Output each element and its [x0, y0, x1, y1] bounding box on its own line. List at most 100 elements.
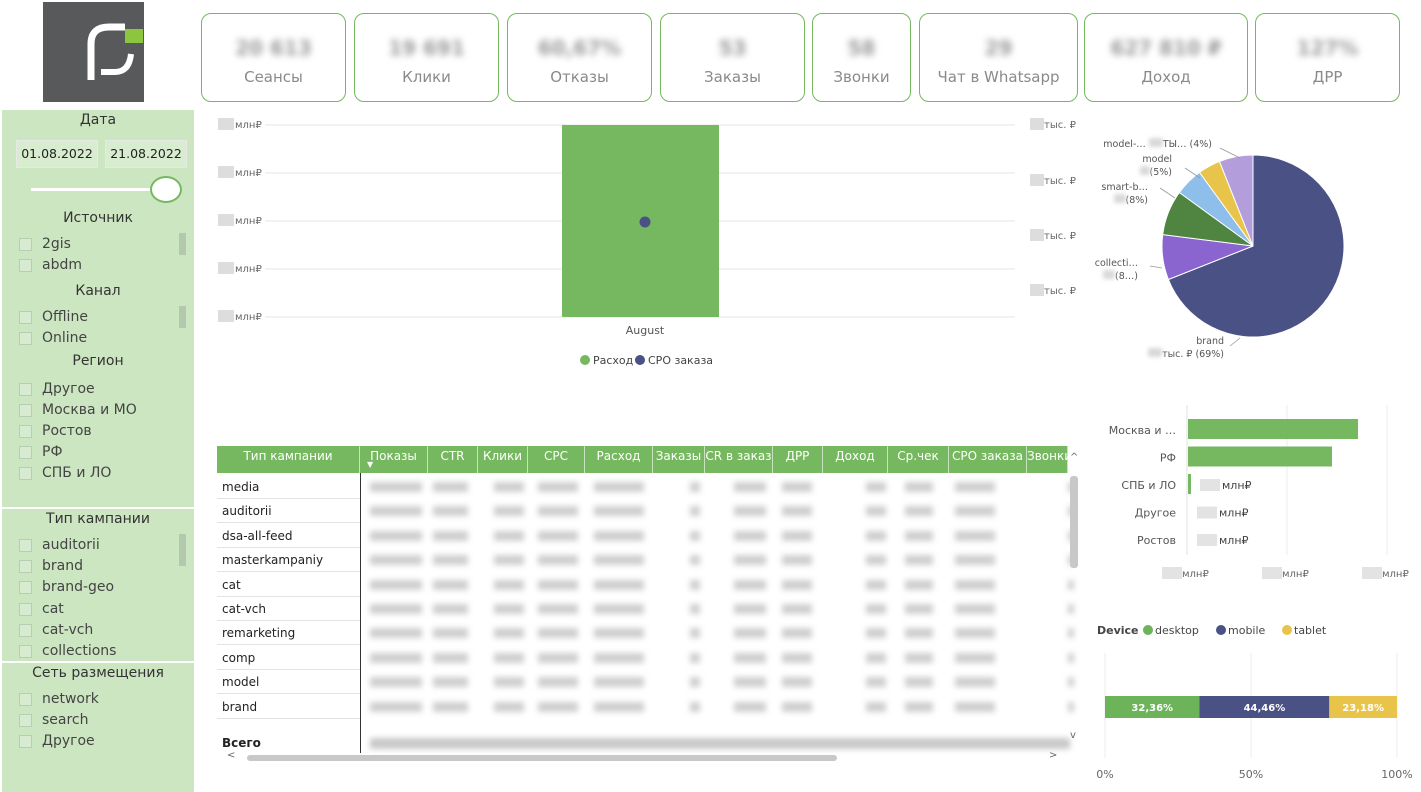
campaign-type-option[interactable]: brand	[19, 556, 83, 576]
region-option[interactable]: Другое	[19, 379, 95, 399]
network-option[interactable]: Другое	[19, 731, 95, 751]
pie-label-model: model (5%)	[1130, 154, 1172, 179]
axis-tick-label: 50%	[1239, 768, 1263, 781]
date-from-input[interactable]: 01.08.2022	[16, 140, 98, 168]
campaign-type-option[interactable]: brand-geo	[19, 577, 114, 597]
checkbox[interactable]	[19, 445, 32, 459]
region-category-label: РФ	[1160, 452, 1176, 465]
campaign-type-option[interactable]: cat	[19, 599, 64, 619]
table-vertical-scrollbar[interactable]: ^ v	[1068, 446, 1080, 752]
table-row-label[interactable]: cat-vch	[222, 602, 266, 616]
kpi-label: Чат в Whatsapp	[937, 68, 1060, 86]
axis-tick-unit: млн₽	[1182, 569, 1209, 580]
checkbox[interactable]	[19, 237, 32, 251]
checkbox[interactable]	[19, 602, 32, 616]
scroll-right-icon[interactable]: >	[1049, 750, 1057, 761]
checkbox[interactable]	[19, 692, 32, 706]
table-cell	[905, 652, 933, 663]
table-row-label[interactable]: model	[222, 675, 259, 689]
table-horizontal-scrollbar[interactable]: < >	[217, 750, 1068, 764]
table-row-label[interactable]: comp	[222, 651, 255, 665]
cpo-point[interactable]	[639, 216, 651, 228]
table-cell	[538, 530, 578, 541]
checkbox[interactable]	[19, 734, 32, 748]
right-tick-unit: тыс. ₽	[1044, 176, 1077, 187]
checkbox[interactable]	[19, 623, 32, 637]
campaign-type-option[interactable]: cat-vch	[19, 620, 93, 640]
campaign-type-option[interactable]: collections	[19, 641, 116, 661]
checkbox[interactable]	[19, 424, 32, 438]
campaign-type-option[interactable]: auditorii	[19, 535, 100, 555]
checkbox[interactable]	[19, 258, 32, 272]
scroll-left-icon[interactable]: <	[227, 750, 235, 761]
table-column-header[interactable]: CTR	[428, 446, 478, 473]
region-bar[interactable]	[1188, 474, 1191, 494]
channel-option[interactable]: Offline	[19, 307, 88, 327]
table-column-header[interactable]: Ср.чек	[888, 446, 949, 473]
table-column-header[interactable]: CPC	[528, 446, 585, 473]
table-cell	[955, 530, 995, 541]
source-scrollbar[interactable]	[179, 233, 186, 255]
checkbox[interactable]	[19, 559, 32, 573]
table-column-header[interactable]: Клики	[478, 446, 528, 473]
scroll-down-icon[interactable]: v	[1070, 730, 1076, 741]
region-option[interactable]: Москва и МО	[19, 400, 137, 420]
date-slider-handle[interactable]	[150, 176, 182, 203]
legend-cpo-label: CPO заказа	[648, 354, 713, 367]
table-column-header[interactable]: Доход	[823, 446, 888, 473]
campaign-type-scrollbar[interactable]	[179, 534, 186, 566]
table-cell	[955, 628, 995, 639]
table-row-label[interactable]: media	[222, 480, 259, 494]
source-option[interactable]: 2gis	[19, 234, 71, 254]
source-option[interactable]: abdm	[19, 255, 82, 275]
sort-desc-icon[interactable]: ▼	[367, 460, 373, 469]
table-row-label[interactable]: auditorii	[222, 504, 272, 518]
region-option[interactable]: СПБ и ЛО	[19, 463, 111, 483]
region-bar[interactable]	[1188, 419, 1358, 439]
table-column-header[interactable]: Звонки	[1027, 446, 1072, 473]
table-header: Тип кампании Показы CTR Клики CPC Расход Заказ…	[217, 446, 1072, 473]
kpi-card: 58 Звонки	[812, 13, 911, 102]
table-row-label[interactable]: masterkampaniy	[222, 553, 323, 567]
channel-filter-title: Канал	[75, 283, 121, 299]
kpi-label: Сеансы	[244, 68, 303, 86]
source-filter: Источник 2gis abdm	[2, 208, 194, 281]
scroll-thumb[interactable]	[247, 755, 837, 761]
network-option[interactable]: network	[19, 689, 99, 709]
table-cell	[494, 579, 524, 590]
channel-scrollbar[interactable]	[179, 306, 186, 328]
checkbox[interactable]	[19, 713, 32, 727]
checkbox[interactable]	[19, 331, 32, 345]
region-option[interactable]: РФ	[19, 442, 63, 462]
table-row-label[interactable]: cat	[222, 578, 241, 592]
table-row-label[interactable]: dsa-all-feed	[222, 529, 293, 543]
channel-option[interactable]: Online	[19, 328, 87, 348]
scroll-up-icon[interactable]: ^	[1070, 452, 1078, 463]
table-column-header[interactable]: ДРР	[773, 446, 823, 473]
checkbox[interactable]	[19, 644, 32, 658]
table-row-label[interactable]: brand	[222, 700, 257, 714]
network-option[interactable]: search	[19, 710, 89, 730]
table-frozen-divider	[360, 473, 361, 753]
table-row-label[interactable]: remarketing	[222, 626, 295, 640]
checkbox[interactable]	[19, 538, 32, 552]
checkbox[interactable]	[19, 580, 32, 594]
checkbox[interactable]	[19, 382, 32, 396]
table-column-header[interactable]: CPO заказа	[949, 446, 1027, 473]
table-column-header[interactable]: Тип кампании	[217, 446, 360, 473]
option-label: Другое	[42, 381, 95, 397]
table-column-header[interactable]: CR в заказ	[705, 446, 773, 473]
checkbox[interactable]	[19, 310, 32, 324]
kpi-value: 58	[847, 36, 876, 60]
checkbox[interactable]	[19, 466, 32, 480]
x-category-label: August	[626, 324, 665, 337]
date-slider-track[interactable]	[31, 188, 157, 191]
scroll-thumb[interactable]	[1070, 476, 1078, 568]
table-total-label: Всего	[222, 736, 261, 750]
region-option[interactable]: Ростов	[19, 421, 92, 441]
table-column-header[interactable]: Заказы	[653, 446, 705, 473]
checkbox[interactable]	[19, 403, 32, 417]
date-to-input[interactable]: 21.08.2022	[105, 140, 187, 168]
region-bar[interactable]	[1188, 446, 1332, 467]
table-column-header[interactable]: Расход	[585, 446, 653, 473]
